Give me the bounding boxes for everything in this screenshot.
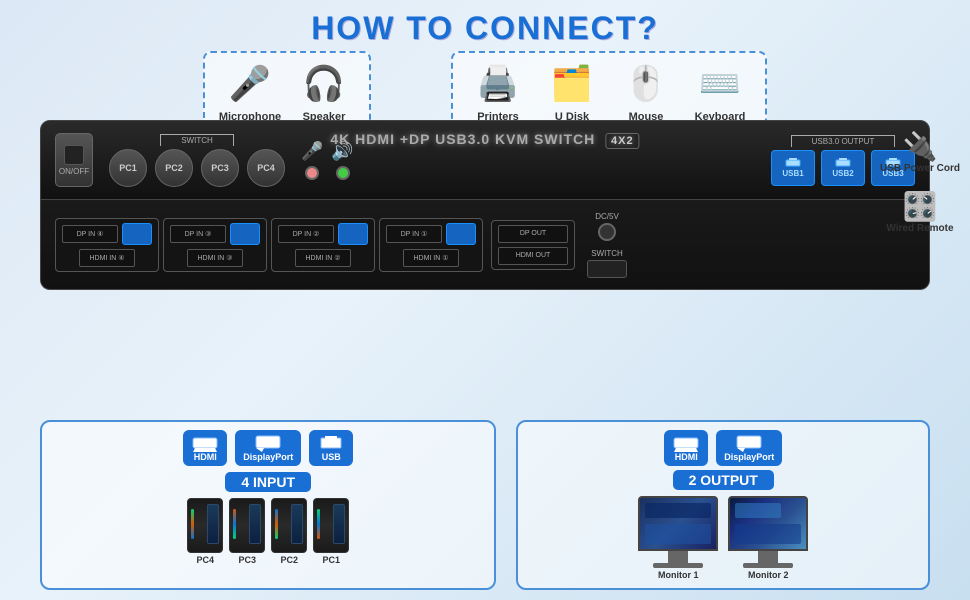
wired-remote-icon: 🎛️ (903, 190, 938, 223)
pc1-tower: PC1 (313, 498, 349, 565)
hdmi-connector-badge: HDMI (183, 430, 227, 466)
dp-in-2: DP IN ② (278, 225, 334, 243)
bottom-section: HDMI DisplayPort USB 4 INPUT PC4 PC3 (40, 420, 930, 590)
input-group-2: DP IN ② HDMI IN ② (271, 218, 375, 272)
microphone-icon: 🎤 (229, 59, 271, 109)
input-group-1: DP IN ① HDMI IN ① (379, 218, 483, 272)
dp-out-connector-badge: DisplayPort (716, 430, 782, 466)
switch-label: SWITCH (160, 134, 234, 146)
pc3-tower: PC3 (229, 498, 265, 565)
udisk-icon: 🗂️ (551, 59, 593, 109)
pc-buttons-row: PC1 PC2 PC3 PC4 (109, 149, 285, 187)
input-connectors: HDMI DisplayPort USB (183, 430, 353, 466)
switch-remote-port (587, 260, 627, 278)
usb-power-cord-accessory: 🔌 USB Power Cord (880, 130, 960, 174)
usb-power-cord-icon: 🔌 (903, 130, 938, 163)
printer-icon: 🖨️ (477, 59, 519, 109)
usb2-port: USB2 (821, 150, 865, 186)
usb-in-1 (446, 223, 476, 245)
hdmi-in-2: HDMI IN ② (295, 249, 351, 267)
pc3-button[interactable]: PC3 (201, 149, 239, 187)
monitor2-label: Monitor 2 (748, 570, 789, 580)
keyboard-icon: ⌨️ (699, 59, 741, 109)
output-group: DP OUT HDMI OUT (491, 220, 575, 270)
monitors-row: Monitor 1 Monitor 2 (638, 496, 808, 580)
mouse-icon: 🖱️ (625, 59, 667, 109)
usb-connector-badge: USB (309, 430, 353, 466)
monitor2-screen (728, 496, 808, 551)
pc4-button[interactable]: PC4 (247, 149, 285, 187)
right-accessories: 🔌 USB Power Cord 🎛️ Wired Remote (880, 130, 960, 234)
usb-power-cord-label: USB Power Cord (880, 163, 960, 174)
onoff-label: ON/OFF (59, 167, 89, 176)
mic-jack (305, 166, 319, 180)
pc2-button[interactable]: PC2 (155, 149, 193, 187)
speaker-icon: 🎧 (303, 59, 345, 109)
pc-towers-row: PC4 PC3 PC2 PC1 (187, 498, 349, 565)
pc2-tower: PC2 (271, 498, 307, 565)
output-section: HDMI DisplayPort 2 OUTPUT Monitor 1 (516, 420, 930, 590)
hdmi-out-connector-badge: HDMI (664, 430, 708, 466)
audio-accessories-group: 🎤 Microphone 🎧 Speaker (203, 51, 371, 131)
usb1-port: USB1 (771, 150, 815, 186)
hdmi-in-1: HDMI IN ① (403, 249, 459, 267)
kvm-top-panel: 4K HDMI +DP USB3.0 KVM SWITCH 4X2 ON/OFF… (40, 120, 930, 200)
output-connectors: HDMI DisplayPort (664, 430, 782, 466)
udisk-accessory: 🗂️ U Disk (537, 59, 607, 123)
hdmi-in-3: HDMI IN ③ (187, 249, 243, 267)
hdmi-out: HDMI OUT (498, 247, 568, 265)
microphone-accessory: 🎤 Microphone (215, 59, 285, 123)
onoff-button[interactable]: ON/OFF (55, 133, 93, 187)
peripheral-accessories-group: 🖨️ Printers 🗂️ U Disk 🖱️ Mouse ⌨️ Keyboa… (451, 51, 767, 131)
usb-in-2 (338, 223, 368, 245)
dc-power-port (598, 223, 616, 241)
spk-jack (336, 166, 350, 180)
output-section-title: 2 OUTPUT (673, 470, 774, 490)
switch-remote-label: SWITCH (591, 249, 623, 258)
dp-in-3: DP IN ③ (170, 225, 226, 243)
mouse-accessory: 🖱️ Mouse (611, 59, 681, 123)
pc1-button[interactable]: PC1 (109, 149, 147, 187)
usb-in-4 (122, 223, 152, 245)
kvm-switch: 4K HDMI +DP USB3.0 KVM SWITCH 4X2 ON/OFF… (40, 120, 930, 290)
input-group-4: DP IN ④ HDMI IN ④ (55, 218, 159, 272)
monitor2: Monitor 2 (728, 496, 808, 580)
switch-button-group: SWITCH PC1 PC2 PC3 PC4 (109, 134, 285, 187)
keyboard-accessory: ⌨️ Keyboard (685, 59, 755, 123)
dc-label: DC/5V (595, 212, 619, 221)
dp-in-4: DP IN ④ (62, 225, 118, 243)
wired-remote-label: Wired Remote (886, 223, 953, 234)
displayport-connector-badge: DisplayPort (235, 430, 301, 466)
monitor1-screen (638, 496, 718, 551)
kvm-bottom-panel: DP IN ④ HDMI IN ④ DP IN ③ HDMI IN ③ (40, 200, 930, 290)
hdmi-in-4: HDMI IN ④ (79, 249, 135, 267)
dp-out: DP OUT (498, 225, 568, 243)
dp-in-1: DP IN ① (386, 225, 442, 243)
usb-in-3 (230, 223, 260, 245)
accessories-row: 🎤 Microphone 🎧 Speaker 🖨️ Printers 🗂️ U … (0, 51, 970, 131)
wired-remote-accessory: 🎛️ Wired Remote (880, 190, 960, 234)
page-title: HOW TO CONNECT? (0, 0, 970, 47)
speaker-accessory: 🎧 Speaker (289, 59, 359, 123)
input-section-title: 4 INPUT (225, 472, 311, 492)
printer-accessory: 🖨️ Printers (463, 59, 533, 123)
input-group-3: DP IN ③ HDMI IN ③ (163, 218, 267, 272)
monitor1: Monitor 1 (638, 496, 718, 580)
monitor1-label: Monitor 1 (658, 570, 699, 580)
mic-port-icon: 🎤 (301, 141, 323, 162)
kvm-model-text: 4K HDMI +DP USB3.0 KVM SWITCH 4X2 (330, 131, 639, 147)
input-section: HDMI DisplayPort USB 4 INPUT PC4 PC3 (40, 420, 496, 590)
pc4-tower: PC4 (187, 498, 223, 565)
